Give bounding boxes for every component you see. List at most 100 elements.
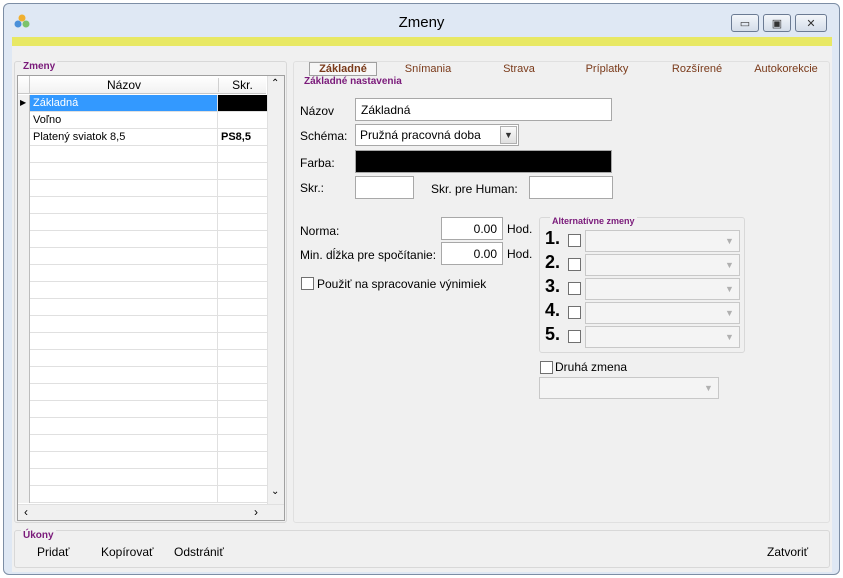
row-abbr-cell[interactable] <box>218 146 268 162</box>
row-selector[interactable] <box>18 350 30 367</box>
row-abbr-cell[interactable] <box>218 248 268 264</box>
row-selector[interactable] <box>18 146 30 163</box>
tab-rozsirene[interactable]: Rozšírené <box>662 63 732 75</box>
row-abbr-cell[interactable] <box>218 214 268 230</box>
norm-field[interactable]: 0.00 <box>441 217 503 240</box>
scroll-up-icon[interactable]: ⌃ <box>271 78 279 89</box>
row-selector[interactable] <box>18 401 30 418</box>
row-abbr-cell[interactable] <box>218 231 268 247</box>
alternative-checkbox[interactable] <box>568 258 581 271</box>
scheme-select[interactable]: Pružná pracovná doba ▼ <box>355 124 519 146</box>
row-abbr-cell[interactable] <box>218 384 268 400</box>
close-button[interactable]: Zatvoriť <box>767 545 808 559</box>
exceptions-checkbox[interactable] <box>301 277 314 290</box>
row-selector[interactable] <box>18 112 30 129</box>
alternative-select[interactable]: ▼ <box>585 278 740 300</box>
row-abbr-cell[interactable] <box>218 316 268 332</box>
row-abbr-cell[interactable] <box>218 469 268 485</box>
row-selector[interactable] <box>18 316 30 333</box>
tab-priplatky[interactable]: Príplatky <box>577 63 637 75</box>
row-name-cell[interactable] <box>30 316 218 332</box>
row-abbr-cell[interactable] <box>218 435 268 451</box>
row-name-cell[interactable]: Základná <box>30 95 218 111</box>
scroll-right-icon[interactable]: › <box>254 505 258 519</box>
table-row[interactable] <box>18 367 268 384</box>
remove-button[interactable]: Odstrániť <box>174 545 224 559</box>
row-abbr-cell[interactable] <box>218 112 268 128</box>
row-name-cell[interactable] <box>30 146 218 162</box>
table-row[interactable] <box>18 469 268 486</box>
row-abbr-cell[interactable] <box>218 197 268 213</box>
table-row[interactable] <box>18 214 268 231</box>
row-name-cell[interactable] <box>30 452 218 468</box>
row-abbr-cell[interactable] <box>218 180 268 196</box>
row-selector[interactable] <box>18 452 30 469</box>
row-name-cell[interactable] <box>30 418 218 434</box>
row-abbr-cell[interactable] <box>218 265 268 281</box>
row-name-cell[interactable] <box>30 299 218 315</box>
alternative-select[interactable]: ▼ <box>585 230 740 252</box>
row-selector[interactable] <box>18 299 30 316</box>
row-name-cell[interactable] <box>30 231 218 247</box>
row-selector[interactable] <box>18 129 30 146</box>
table-row[interactable] <box>18 418 268 435</box>
color-field[interactable] <box>355 150 612 173</box>
alternative-select[interactable]: ▼ <box>585 254 740 276</box>
row-name-cell[interactable] <box>30 248 218 264</box>
alternative-checkbox[interactable] <box>568 234 581 247</box>
row-abbr-cell[interactable] <box>218 350 268 366</box>
table-row[interactable] <box>18 163 268 180</box>
row-selector[interactable] <box>18 248 30 265</box>
row-name-cell[interactable] <box>30 180 218 196</box>
row-name-cell[interactable] <box>30 367 218 383</box>
table-row[interactable] <box>18 435 268 452</box>
table-row[interactable] <box>18 231 268 248</box>
alternative-checkbox[interactable] <box>568 282 581 295</box>
alternative-select[interactable]: ▼ <box>585 326 740 348</box>
tab-strava[interactable]: Strava <box>489 63 549 75</box>
row-selector[interactable] <box>18 333 30 350</box>
table-row[interactable] <box>18 486 268 503</box>
close-window-button[interactable]: ✕ <box>795 14 827 32</box>
row-name-cell[interactable] <box>30 265 218 281</box>
alternative-checkbox[interactable] <box>568 306 581 319</box>
row-selector[interactable] <box>18 418 30 435</box>
table-row[interactable]: Platený sviatok 8,5 PS8,5 <box>18 129 268 146</box>
table-row[interactable] <box>18 265 268 282</box>
table-row[interactable]: ▶ Základná <box>18 95 268 112</box>
row-abbr-cell[interactable] <box>218 333 268 349</box>
row-name-cell[interactable] <box>30 469 218 485</box>
row-selector[interactable] <box>18 197 30 214</box>
table-row[interactable] <box>18 197 268 214</box>
row-name-cell[interactable]: Platený sviatok 8,5 <box>30 129 218 145</box>
row-abbr-cell[interactable] <box>218 452 268 468</box>
row-abbr-cell[interactable] <box>218 401 268 417</box>
vertical-scrollbar[interactable]: ⌃ ⌄ <box>267 76 284 504</box>
minimize-button[interactable]: ▭ <box>731 14 759 32</box>
second-shift-select[interactable]: ▼ <box>539 377 719 399</box>
row-name-cell[interactable] <box>30 384 218 400</box>
row-selector[interactable] <box>18 180 30 197</box>
row-selector[interactable] <box>18 214 30 231</box>
row-abbr-cell[interactable] <box>218 418 268 434</box>
row-name-cell[interactable]: Voľno <box>30 112 218 128</box>
row-selector[interactable] <box>18 163 30 180</box>
row-selector[interactable] <box>18 231 30 248</box>
table-row[interactable] <box>18 146 268 163</box>
row-abbr-cell[interactable]: PS8,5 <box>218 129 268 145</box>
row-selector[interactable] <box>18 265 30 282</box>
table-row[interactable] <box>18 316 268 333</box>
alternative-checkbox[interactable] <box>568 330 581 343</box>
min-length-field[interactable]: 0.00 <box>441 242 503 265</box>
row-abbr-cell[interactable] <box>218 95 268 111</box>
row-name-cell[interactable] <box>30 333 218 349</box>
table-row[interactable] <box>18 452 268 469</box>
column-name-header[interactable]: Názov <box>30 78 218 92</box>
alternative-select[interactable]: ▼ <box>585 302 740 324</box>
table-row[interactable] <box>18 299 268 316</box>
row-name-cell[interactable] <box>30 435 218 451</box>
scroll-down-icon[interactable]: ⌄ <box>271 486 279 497</box>
row-selector[interactable]: ▶ <box>18 95 30 112</box>
table-row[interactable] <box>18 350 268 367</box>
row-name-cell[interactable] <box>30 197 218 213</box>
